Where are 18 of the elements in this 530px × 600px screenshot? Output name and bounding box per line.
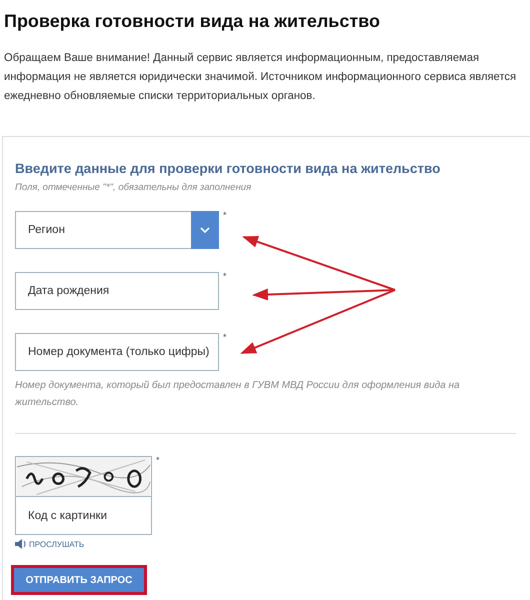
captcha-field[interactable]: Код с картинки bbox=[15, 456, 152, 535]
page-title: Проверка готовности вида на жительство bbox=[4, 10, 382, 32]
required-mark: * bbox=[223, 211, 227, 220]
required-mark: * bbox=[223, 333, 227, 342]
dropdown-button[interactable] bbox=[191, 211, 219, 249]
field-hint: Номер документа, который был предоставлен в ГУВМ МВД России для оформления вида на жительство. bbox=[15, 379, 461, 410]
submit-button[interactable]: ОТПРАВИТЬ ЗАПРОС bbox=[11, 565, 147, 595]
input-field[interactable]: Номер документа (только цифры) bbox=[15, 333, 219, 371]
required-mark: * bbox=[156, 456, 160, 465]
chevron-icon bbox=[200, 226, 210, 234]
listen-link[interactable]: ПРОСЛУШАТЬ bbox=[15, 539, 84, 549]
form-heading: Введите данные для проверки готовности вида на жительство bbox=[15, 161, 442, 176]
region-select[interactable]: Регион bbox=[15, 211, 191, 249]
required-mark: * bbox=[223, 272, 227, 281]
notice-text: Обращаем Ваше внимание! Данный сервис является информационным, предоставляемая информация не является юридически значимой. Источником информационного сервиса является ежедневно обновляемые списки территориальных органов. bbox=[4, 51, 518, 104]
required-note: Поля, отмеченные "*", обязательны для заполнения bbox=[15, 182, 252, 193]
input-field[interactable]: Дата рождения bbox=[15, 272, 219, 310]
speaker-icon bbox=[15, 539, 27, 549]
